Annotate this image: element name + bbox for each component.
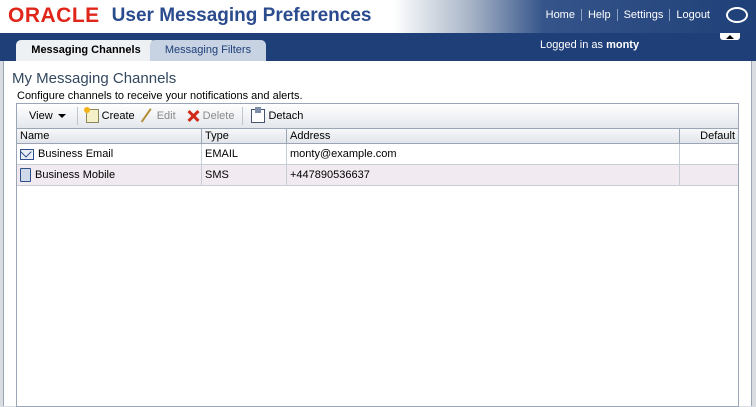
detach-label: Detach [268, 110, 304, 122]
default-cell [680, 144, 738, 164]
edit-button[interactable]: Edit [140, 106, 181, 126]
table-toolbar: View Create Edit Delete Detach [16, 103, 739, 128]
toolbar-divider [242, 107, 244, 125]
collapse-header-button[interactable] [720, 33, 740, 40]
address-cell: +447890536637 [287, 165, 680, 185]
pencil-icon [140, 108, 153, 124]
column-header-type[interactable]: Type [202, 129, 287, 143]
delete-button[interactable]: Delete [181, 106, 240, 126]
toolbar-divider [76, 107, 78, 125]
global-nav: Home Help Settings Logout [540, 9, 716, 21]
mobile-icon [20, 168, 31, 182]
name-cell: Business Email [17, 144, 202, 164]
column-header-address[interactable]: Address [287, 129, 680, 143]
create-icon [83, 107, 99, 123]
channel-name: Business Mobile [35, 169, 116, 181]
channel-name: Business Email [38, 148, 114, 160]
channels-table: Name Type Address Default Business Email… [16, 128, 739, 407]
edit-label: Edit [156, 110, 176, 122]
nav-settings-link[interactable]: Settings [616, 9, 670, 21]
create-label: Create [101, 110, 135, 122]
type-cell: SMS [202, 165, 287, 185]
address-cell: monty@example.com [287, 144, 680, 164]
default-cell [680, 165, 738, 185]
circle-help-icon[interactable] [726, 7, 748, 23]
page-title: My Messaging Channels [12, 70, 177, 87]
tab-messaging-channels[interactable]: Messaging Channels [16, 40, 156, 61]
brand-logo-text: ORACLE [8, 4, 100, 27]
app-title: User Messaging Preferences [111, 5, 372, 26]
column-header-default[interactable]: Default [680, 129, 738, 143]
chevron-down-icon [57, 114, 66, 118]
delete-label: Delete [202, 110, 235, 122]
logged-in-label: Logged in as [540, 39, 603, 51]
oracle-logo: ORACLE User Messaging Preferences [8, 4, 371, 28]
detach-button[interactable]: Detach [246, 106, 308, 126]
logged-in-status: Logged in as monty [540, 39, 639, 51]
tab-bar: Messaging Channels Messaging Filters Log… [0, 33, 756, 61]
logged-in-user: monty [606, 39, 640, 51]
name-cell: Business Mobile [17, 165, 202, 185]
nav-help-link[interactable]: Help [580, 9, 617, 21]
column-header-name[interactable]: Name [17, 129, 202, 143]
view-menu-button[interactable]: View [17, 106, 74, 126]
mail-icon [20, 148, 34, 160]
view-label: View [29, 110, 53, 122]
chevron-up-icon [726, 34, 734, 39]
type-cell: EMAIL [202, 144, 287, 164]
table-row[interactable]: Business Email EMAIL monty@example.com [17, 144, 738, 165]
table-row[interactable]: Business Mobile SMS +447890536637 [17, 165, 738, 186]
tab-messaging-filters[interactable]: Messaging Filters [150, 40, 266, 61]
table-header-row: Name Type Address Default [17, 129, 738, 144]
detach-icon [251, 107, 266, 123]
nav-home-link[interactable]: Home [540, 9, 581, 21]
nav-logout-link[interactable]: Logout [669, 9, 716, 21]
create-button[interactable]: Create [81, 106, 140, 126]
page-subtitle: Configure channels to receive your notif… [17, 90, 303, 102]
delete-x-icon [186, 109, 200, 123]
app-header: ORACLE User Messaging Preferences Home H… [0, 0, 756, 33]
